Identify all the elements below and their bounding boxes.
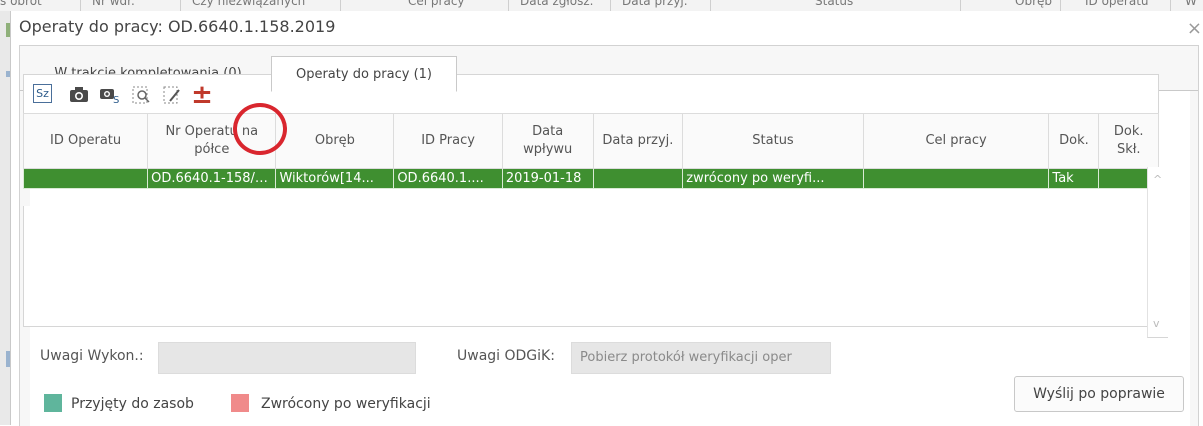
bg-col-3: Czy niezwiązanych (192, 0, 306, 8)
sz-button[interactable]: Sz (33, 84, 52, 103)
table-header-row: ID Operatu Nr Operatu na półce Obręb ID … (22, 113, 1159, 169)
grid-toolbar: Sz S ± (23, 74, 1159, 114)
bg-separator (340, 0, 341, 11)
table-scrollbar[interactable]: ^ v (1147, 167, 1168, 338)
plus-minus-icon[interactable]: ± (190, 80, 214, 110)
legend-swatch-przyjety (44, 394, 62, 412)
bg-col-2: Nr wdr. (92, 0, 135, 8)
col-header-id-operatu[interactable]: ID Operatu (22, 113, 149, 169)
svg-text:S: S (113, 95, 119, 104)
cell-id-operatu (22, 168, 149, 189)
scroll-up-icon[interactable]: ^ (1153, 173, 1162, 186)
table-body-empty-area (23, 206, 1148, 327)
table-row[interactable]: OD.6640.1-158/2... Wiktorów[14... OD.664… (22, 168, 1159, 189)
cell-nr-operatu: OD.6640.1-158/2... (147, 168, 277, 189)
cell-id-pracy: OD.6640.1.... (393, 168, 503, 189)
close-icon[interactable]: × (1187, 18, 1202, 39)
bg-col-7: Status (815, 0, 854, 8)
bg-col-8: Obręb (1015, 0, 1052, 8)
plus-minus-glyph: ± (191, 80, 213, 110)
bg-separator (710, 0, 711, 11)
background-left-edge (0, 11, 10, 425)
operaty-dialog: Operaty do pracy: OD.6640.1.158.2019 × W… (10, 11, 1203, 426)
edit-icon[interactable] (160, 83, 184, 107)
bg-separator (1170, 0, 1171, 11)
cell-data-wplywu: 2019-01-18 (501, 168, 594, 189)
bg-separator (508, 0, 509, 11)
cell-cel-pracy (862, 168, 1050, 189)
tab-operaty-do-pracy[interactable]: Operaty do pracy (1) (271, 56, 457, 92)
cell-obreb: Wiktorów[14... (275, 168, 395, 189)
operaty-table: ID Operatu Nr Operatu na półce Obręb ID … (22, 113, 1159, 189)
camera-settings-icon[interactable]: S (98, 83, 122, 107)
scroll-down-icon[interactable]: v (1153, 317, 1160, 330)
uwagi-wykon-label: Uwagi Wykon.: (40, 348, 144, 364)
legend-label-zwrocony: Zwrócony po weryfikacji (261, 396, 431, 412)
col-header-dok[interactable]: Dok. (1048, 113, 1100, 169)
legend-swatch-zwrocony (231, 394, 249, 412)
bg-col-6: Data przyj. (622, 0, 688, 8)
uwagi-wykon-field[interactable] (158, 342, 416, 374)
preview-icon[interactable] (129, 83, 153, 107)
col-header-nr-operatu[interactable]: Nr Operatu na półce (147, 113, 277, 169)
col-header-status[interactable]: Status (682, 113, 864, 169)
bg-col-5: Data zgłosz. (520, 0, 594, 8)
bg-separator (1060, 0, 1061, 11)
cell-dok: Tak (1048, 168, 1100, 189)
bg-col-10: W (1185, 0, 1197, 8)
dialog-title: Operaty do pracy: OD.6640.1.158.2019 (19, 17, 336, 36)
bg-separator (180, 0, 181, 11)
bg-separator (960, 0, 961, 11)
bg-separator (610, 0, 611, 11)
col-header-cel-pracy[interactable]: Cel pracy (862, 113, 1050, 169)
wyslij-po-poprawie-button[interactable]: Wyślij po poprawie (1014, 376, 1184, 412)
bg-col-4: Cel pracy (408, 0, 465, 8)
bg-col-9: ID operatu (1085, 0, 1149, 8)
col-header-id-pracy[interactable]: ID Pracy (393, 113, 503, 169)
camera-icon[interactable] (67, 83, 91, 107)
cell-data-przyj (592, 168, 684, 189)
legend-label-przyjety: Przyjęty do zasob (71, 396, 194, 412)
col-header-data-wplywu[interactable]: Data wpływu (501, 113, 594, 169)
cell-status: zwrócony po weryfi... (682, 168, 864, 189)
bg-col-1: s obrót (0, 0, 42, 8)
uwagi-odgik-label: Uwagi ODGiK: (457, 348, 555, 364)
col-header-dok-skl[interactable]: Dok. Skł. (1098, 113, 1159, 169)
uwagi-odgik-field[interactable]: Pobierz protokół weryfikacji oper (571, 342, 831, 374)
bg-separator (80, 0, 81, 11)
col-header-obreb[interactable]: Obręb (275, 113, 395, 169)
col-header-data-przyj[interactable]: Data przyj. (592, 113, 684, 169)
dialog-titlebar[interactable]: Operaty do pracy: OD.6640.1.158.2019 × (11, 11, 1203, 45)
